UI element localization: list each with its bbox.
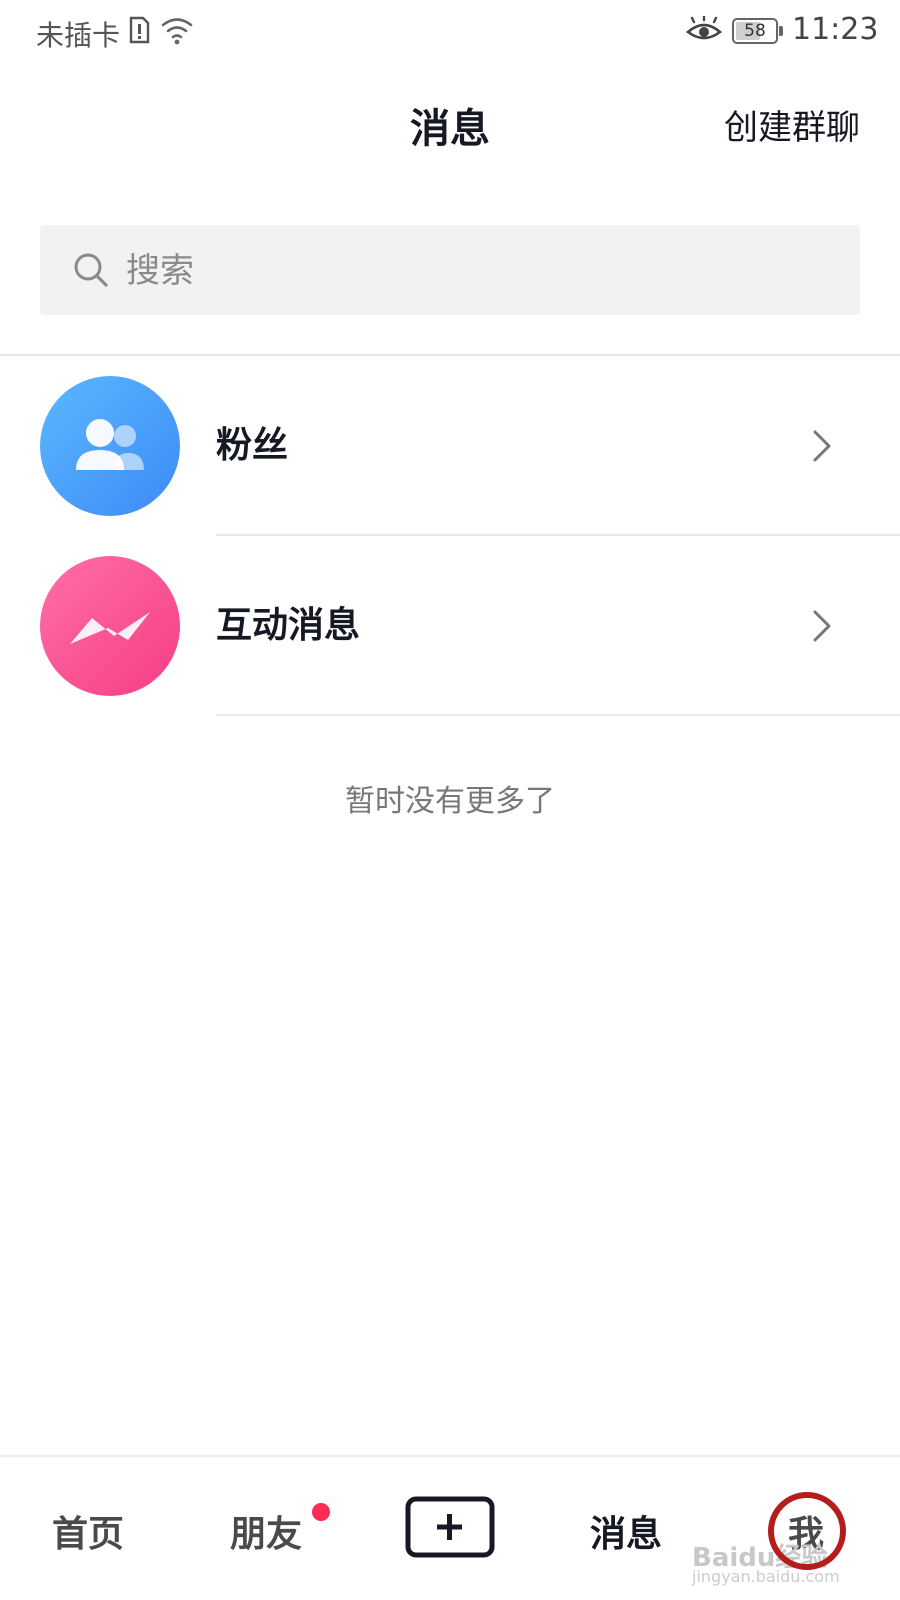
fans-avatar bbox=[40, 376, 180, 516]
search-input[interactable] bbox=[124, 225, 828, 317]
annotation-circle bbox=[768, 1492, 846, 1570]
list-item-label: 粉丝 bbox=[216, 425, 289, 466]
tab-friends[interactable]: 朋友 bbox=[230, 1505, 302, 1557]
tab-home[interactable]: 首页 bbox=[52, 1505, 124, 1557]
chevron-right-icon bbox=[813, 430, 831, 462]
add-icon[interactable] bbox=[402, 1495, 498, 1559]
eye-comfort-icon bbox=[686, 16, 722, 40]
list-item-fans[interactable]: 粉丝 bbox=[0, 356, 900, 536]
battery-icon: 58 bbox=[732, 18, 783, 44]
bottom-nav: 首页 朋友 消息 我 Baidu经验 jingyan.baidu.com bbox=[0, 1457, 900, 1600]
battery-level: 58 bbox=[744, 21, 766, 41]
interaction-icon bbox=[70, 612, 150, 644]
clock: 11:23 bbox=[792, 12, 879, 47]
row-separator bbox=[216, 714, 900, 716]
notification-dot bbox=[312, 1503, 330, 1521]
create-group-button[interactable]: 创建群聊 bbox=[724, 100, 860, 149]
list-item-label: 互动消息 bbox=[216, 605, 361, 646]
sim-alert-icon bbox=[129, 16, 150, 44]
search-bar[interactable] bbox=[40, 225, 860, 317]
list-item-interactions[interactable]: 互动消息 bbox=[0, 536, 900, 716]
watermark-url: jingyan.baidu.com bbox=[692, 1567, 840, 1586]
search-icon bbox=[74, 253, 108, 287]
chevron-right-icon bbox=[813, 610, 831, 642]
empty-state-text: 暂时没有更多了 bbox=[345, 784, 555, 819]
status-bar: 未插卡 58 11:23 bbox=[0, 0, 900, 64]
wifi-icon bbox=[161, 18, 193, 45]
carrier-label: 未插卡 bbox=[36, 19, 121, 52]
interaction-avatar bbox=[40, 556, 180, 696]
tab-messages[interactable]: 消息 bbox=[590, 1505, 662, 1557]
fans-icon bbox=[76, 419, 144, 470]
